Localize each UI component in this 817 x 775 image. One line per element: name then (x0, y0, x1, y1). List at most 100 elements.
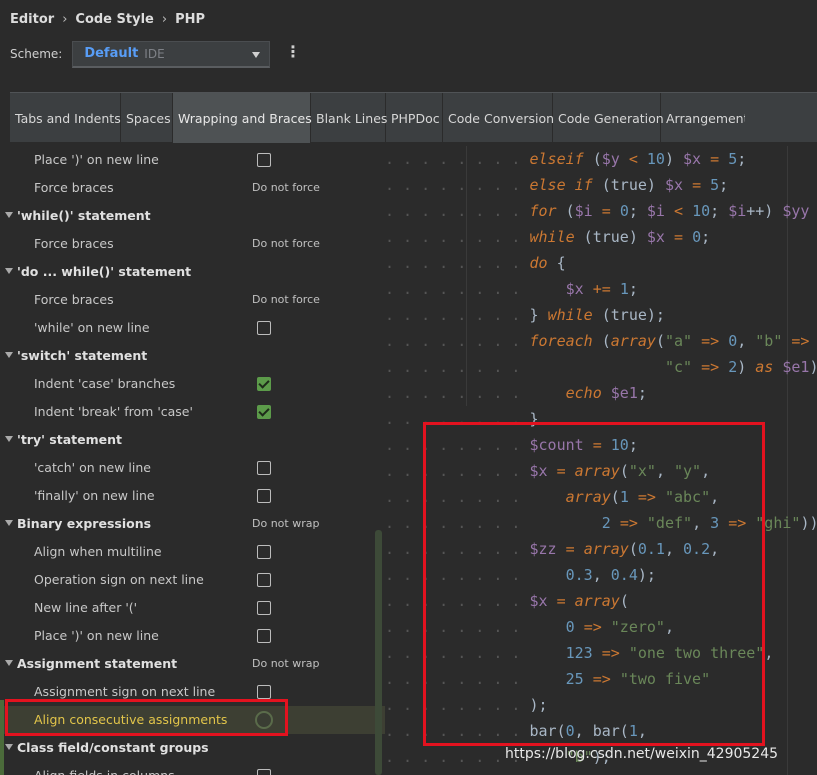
code-token: ) (737, 358, 756, 376)
settings-section[interactable]: 'while()' statement (0, 202, 385, 230)
settings-row[interactable]: Operation sign on next line (0, 566, 385, 594)
code-token: else if (529, 176, 593, 194)
breadcrumb: Editor › Code Style › PHP (10, 12, 205, 27)
setting-label: Force braces (34, 180, 114, 195)
selection-marker (0, 700, 4, 775)
code-token: while (529, 228, 575, 246)
settings-row[interactable]: Place ')' on new line (0, 146, 385, 174)
whitespace-dots: . . . . . . . . (385, 150, 530, 168)
settings-row[interactable]: Align when multiline (0, 538, 385, 566)
settings-row[interactable]: Align fields in columns (0, 762, 385, 775)
code-token: ; (628, 280, 638, 298)
setting-value[interactable]: Do not wrap (252, 650, 319, 678)
expand-arrow-icon[interactable] (5, 660, 13, 666)
code-token: $yy (782, 202, 810, 220)
checkbox[interactable] (257, 461, 271, 475)
checkbox[interactable] (257, 573, 271, 587)
code-line: . . . . . . . . echo $e1; (385, 380, 817, 406)
breadcrumb-editor[interactable]: Editor (10, 12, 54, 27)
more-options-icon[interactable]: ⋮ (285, 44, 301, 60)
tab-phpdoc[interactable]: PHPDoc (386, 93, 443, 143)
tab-spaces[interactable]: Spaces (121, 93, 173, 143)
setting-label: Assignment statement (17, 656, 178, 671)
settings-section[interactable]: 'do ... while()' statement (0, 258, 385, 286)
setting-value[interactable]: Do not force (252, 174, 320, 202)
chevron-down-icon (252, 51, 261, 58)
setting-value[interactable]: Do not force (252, 286, 320, 314)
settings-scrollbar[interactable] (375, 530, 382, 775)
whitespace-dots: . . . . . . . . (385, 332, 530, 350)
highlight-box-setting (5, 699, 288, 736)
code-token: = (674, 228, 684, 246)
expand-arrow-icon[interactable] (5, 268, 13, 274)
settings-section[interactable]: 'try' statement (0, 426, 385, 454)
expand-arrow-icon[interactable] (5, 744, 13, 750)
settings-row[interactable]: Force braces Do not force (0, 230, 385, 258)
tab-tabs-and-indents[interactable]: Tabs and Indents (10, 93, 121, 143)
tab-blank-lines[interactable]: Blank Lines (311, 93, 387, 143)
code-token: = (601, 202, 611, 220)
tab-arrangement[interactable]: Arrangement (661, 93, 749, 143)
checkbox[interactable] (257, 489, 271, 503)
code-token: ; (628, 202, 647, 220)
setting-label: Place ')' on new line (34, 152, 159, 167)
setting-value[interactable]: Do not force (252, 230, 320, 258)
settings-section[interactable]: Binary expressions Do not wrap (0, 510, 385, 538)
code-token: 1 (619, 280, 629, 298)
code-token: $i (728, 202, 747, 220)
expand-arrow-icon[interactable] (5, 436, 13, 442)
tab-code-generation[interactable]: Code Generation (553, 93, 664, 143)
settings-row[interactable]: Indent 'case' branches (0, 370, 385, 398)
code-token: 0 (619, 202, 629, 220)
code-token: 0 (728, 332, 738, 350)
expand-arrow-icon[interactable] (5, 212, 13, 218)
whitespace-dots: . . . . . . . . (385, 280, 530, 298)
breadcrumb-code-style[interactable]: Code Style (75, 12, 153, 27)
checkbox[interactable] (257, 601, 271, 615)
tab-code-conversion[interactable]: Code Conversion (443, 93, 554, 143)
checkbox[interactable] (257, 545, 271, 559)
expand-arrow-icon[interactable] (5, 520, 13, 526)
checkbox-checked[interactable] (257, 377, 271, 391)
setting-label: Operation sign on next line (34, 572, 204, 587)
tab-wrapping-and-braces[interactable]: Wrapping and Braces (173, 93, 312, 143)
whitespace-dots: . . . . . . . . (385, 228, 530, 246)
settings-row[interactable]: 'finally' on new line (0, 482, 385, 510)
whitespace-dots: . . . . . . . . (385, 358, 530, 376)
checkbox-checked[interactable] (257, 405, 271, 419)
settings-row[interactable]: 'catch' on new line (0, 454, 385, 482)
settings-row[interactable]: Force braces Do not force (0, 286, 385, 314)
setting-label: 'do ... while()' statement (17, 264, 192, 279)
checkbox[interactable] (257, 769, 271, 775)
code-token: $x (565, 280, 584, 298)
settings-section[interactable]: 'switch' statement (0, 342, 385, 370)
settings-row[interactable]: Place ')' on new line (0, 622, 385, 650)
code-token: $e1 (610, 384, 638, 402)
code-token: $i (574, 202, 593, 220)
code-token: += (592, 280, 611, 298)
scheme-dropdown[interactable]: Default IDE (72, 40, 271, 68)
code-token: 0 (692, 228, 702, 246)
expand-arrow-icon[interactable] (5, 352, 13, 358)
settings-row[interactable]: New line after '(' (0, 594, 385, 622)
checkbox[interactable] (257, 685, 271, 699)
settings-row[interactable]: 'while' on new line (0, 314, 385, 342)
setting-value[interactable]: Do not wrap (252, 510, 319, 538)
settings-row[interactable]: Force braces Do not force (0, 174, 385, 202)
settings-section[interactable]: Class field/constant groups (0, 734, 385, 762)
setting-label: Place ')' on new line (34, 628, 159, 643)
checkbox[interactable] (257, 321, 271, 335)
settings-section[interactable]: Assignment statement Do not wrap (0, 650, 385, 678)
settings-row[interactable]: Indent 'break' from 'case' (0, 398, 385, 426)
checkbox[interactable] (257, 629, 271, 643)
checkbox[interactable] (257, 153, 271, 167)
code-token: ++) (746, 202, 783, 220)
